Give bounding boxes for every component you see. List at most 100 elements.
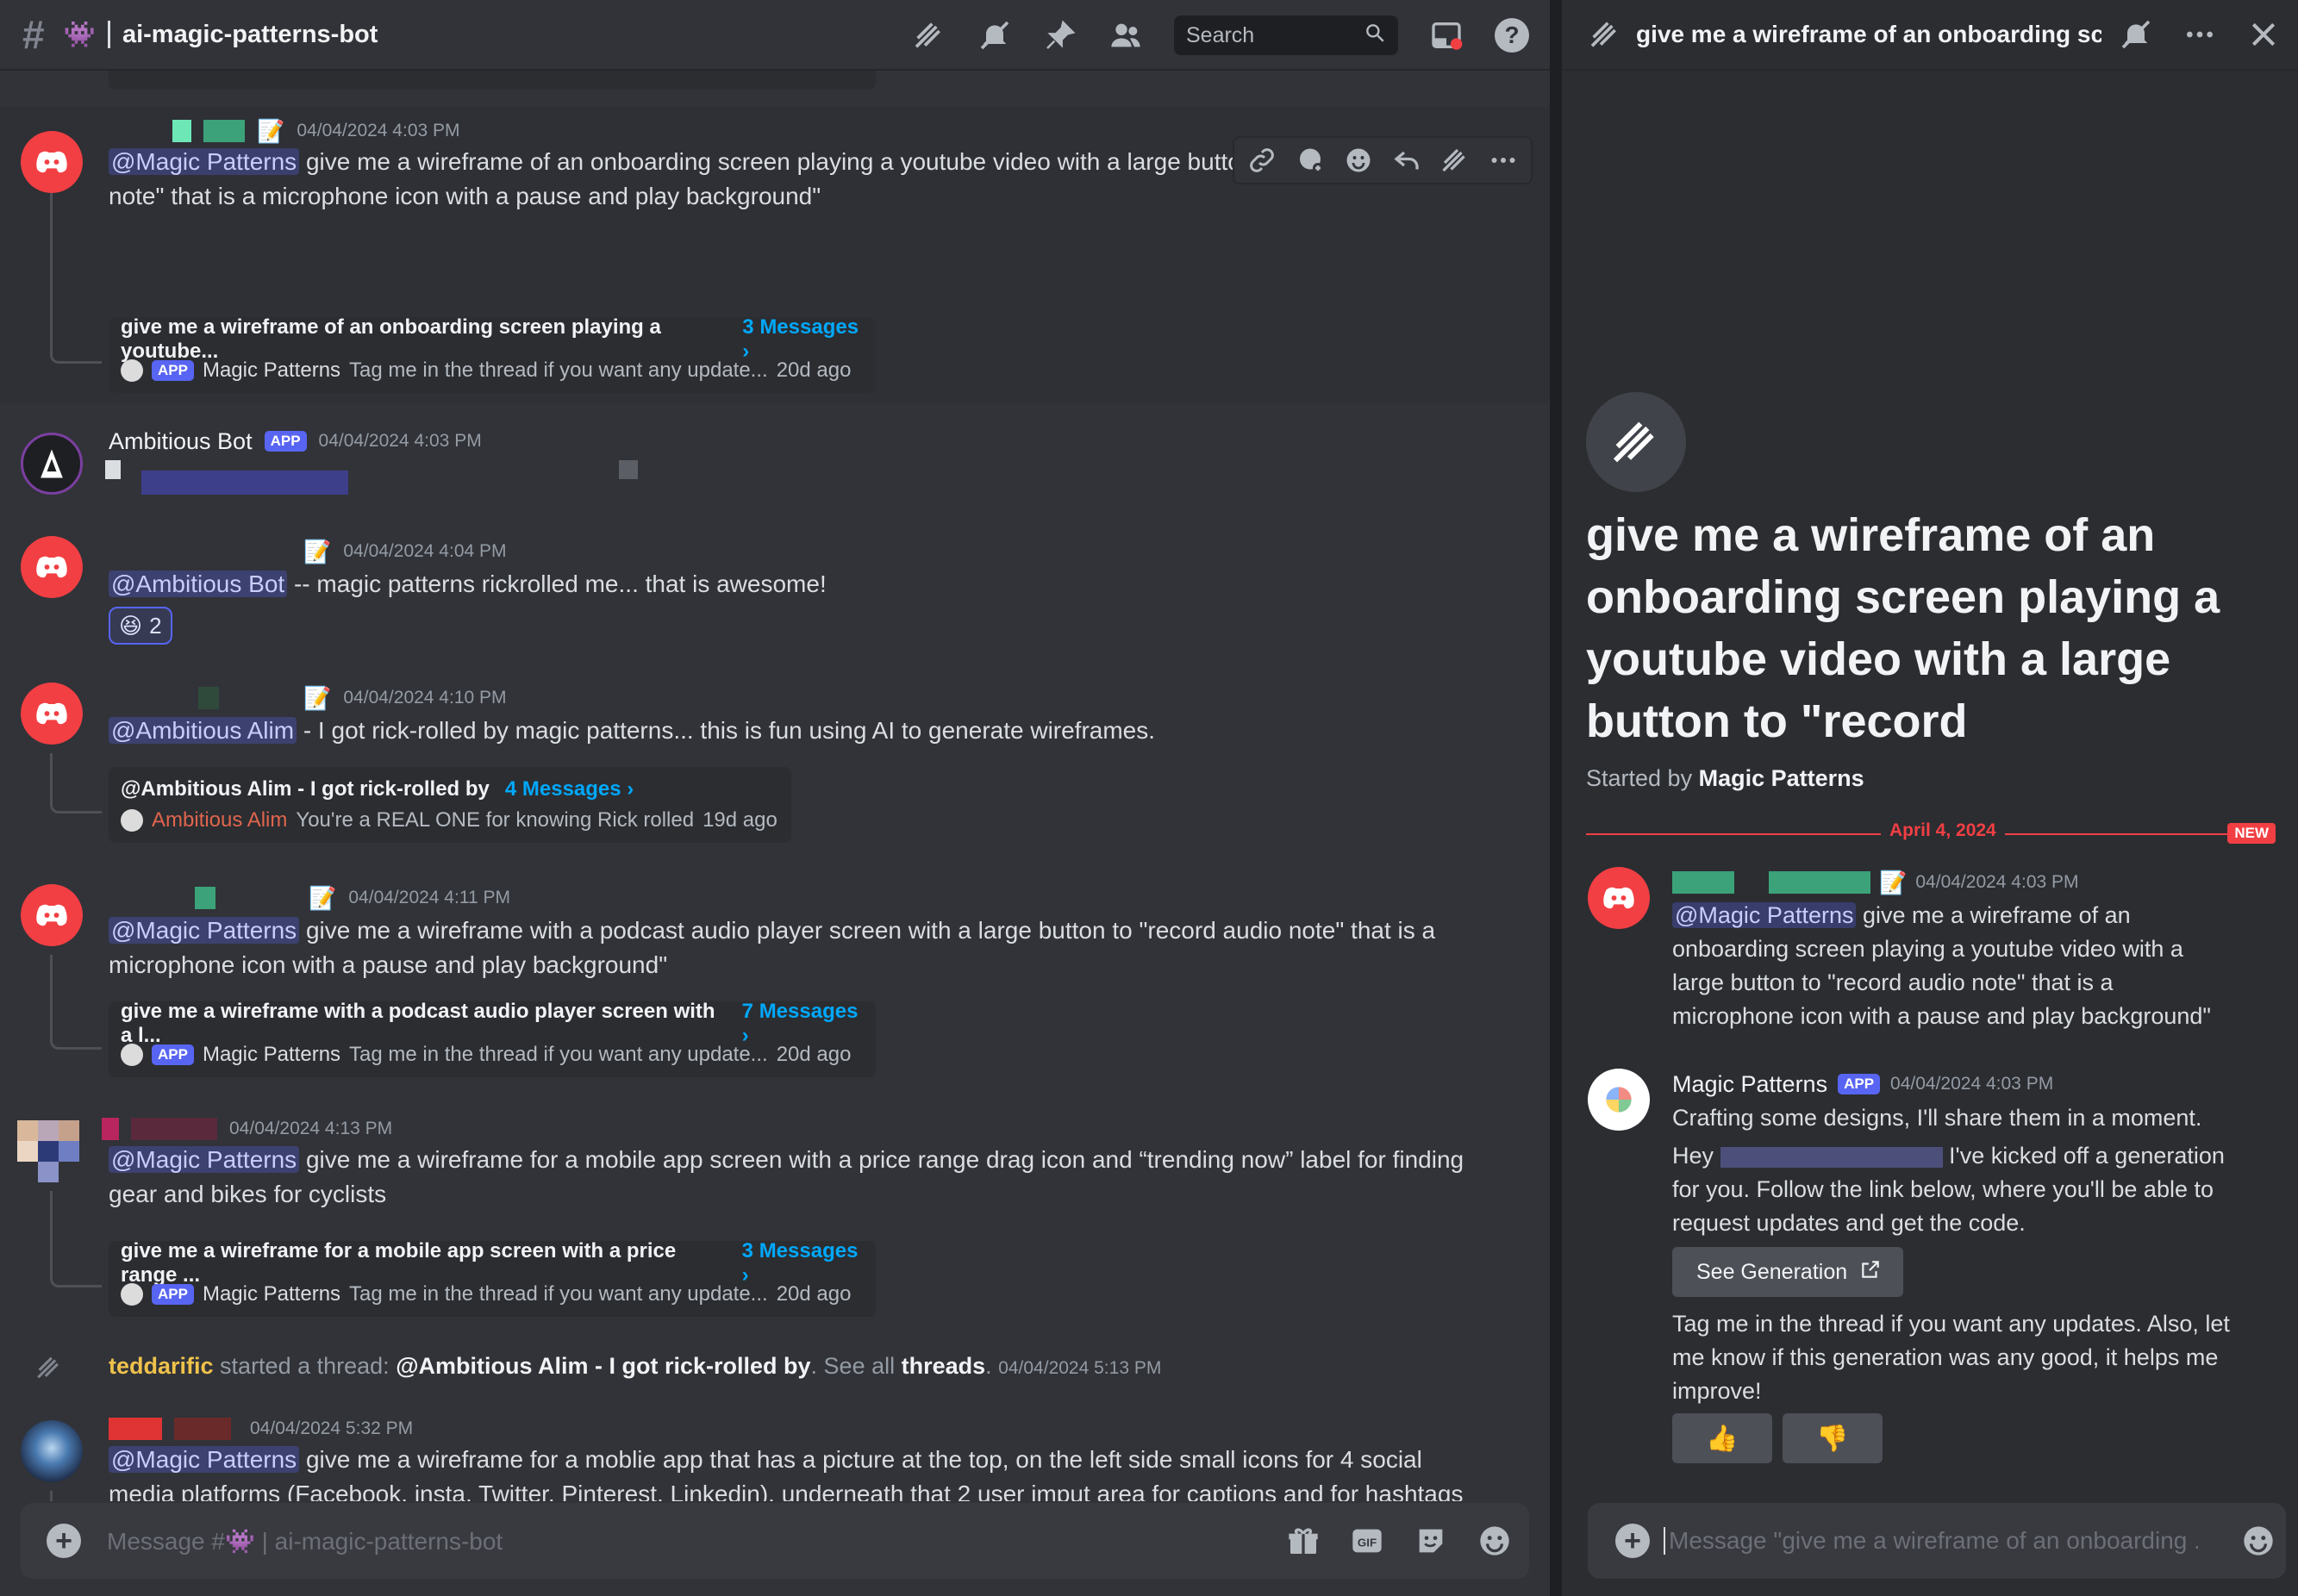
pin-icon[interactable]: [1043, 18, 1077, 53]
composer-placeholder[interactable]: Message #👾 | ai-magic-patterns-bot: [107, 1527, 503, 1555]
avatar[interactable]: [17, 1120, 79, 1182]
memo-emoji: 📝: [303, 684, 332, 711]
avatar[interactable]: [21, 131, 83, 193]
sticker-icon[interactable]: [1414, 1524, 1448, 1558]
thread-connector: [50, 1191, 102, 1287]
message[interactable]: 📝 04/04/2024 4:10 PM @Ambitious Alim - I…: [0, 676, 1550, 857]
redacted-username: [109, 120, 160, 142]
message[interactable]: 04/04/2024 4:13 PM @Magic Patterns give …: [0, 1113, 1550, 1320]
message[interactable]: Ambitious Bot APP 04/04/2024 4:03 PM: [0, 426, 1550, 512]
mention[interactable]: @Magic Patterns: [109, 1446, 300, 1473]
reply-icon[interactable]: [1391, 145, 1422, 176]
members-icon[interactable]: [1108, 18, 1143, 53]
started-by-user[interactable]: Magic Patterns: [1699, 765, 1864, 791]
avatar[interactable]: [21, 1420, 83, 1482]
avatar[interactable]: [21, 433, 83, 495]
thread-card[interactable]: @Ambitious Alim - I got rick-rolled by 4 …: [109, 767, 791, 843]
add-attachment-icon[interactable]: +: [1615, 1524, 1650, 1558]
emoji-icon[interactable]: [2241, 1524, 2276, 1558]
memo-emoji: 📝: [1879, 869, 1908, 895]
timestamp: 04/04/2024 4:03 PM: [1890, 1074, 2054, 1094]
message[interactable]: 📝 04/04/2024 4:04 PM @Ambitious Bot -- m…: [0, 536, 1550, 648]
help-icon[interactable]: ?: [1495, 18, 1529, 53]
mention[interactable]: @Ambitious Bot: [109, 570, 288, 597]
create-thread-icon[interactable]: [1439, 145, 1471, 176]
app-tag: APP: [1838, 1074, 1881, 1094]
avatar[interactable]: [21, 884, 83, 946]
thread-count[interactable]: 3 Messages ›: [742, 1239, 864, 1287]
avatar[interactable]: [1588, 867, 1650, 929]
link-icon[interactable]: [1246, 145, 1277, 176]
gift-icon[interactable]: [1286, 1524, 1321, 1558]
mention[interactable]: @Magic Patterns: [109, 917, 300, 944]
thread-header: give me a wireframe of an onboarding scr…: [1562, 0, 2298, 71]
reaction[interactable]: 😆 2: [109, 607, 172, 645]
thread-count[interactable]: 4 Messages ›: [505, 777, 634, 801]
thread-composer[interactable]: + Message "give me a wireframe of an onb…: [1588, 1503, 2286, 1579]
mention[interactable]: @Magic Patterns: [1672, 902, 1857, 928]
channel-header: # 👾 ai-magic-patterns-bot Search ?: [0, 0, 1550, 71]
thread-connector: [50, 1491, 102, 1501]
message[interactable]: 📝 04/04/2024 4:11 PM @Magic Patterns giv…: [0, 877, 1550, 1084]
username[interactable]: Magic Patterns: [1672, 1071, 1827, 1098]
thread-name: give me a wireframe of an onboarding scr…: [121, 315, 661, 363]
thread-connector: [50, 955, 102, 1050]
add-attachment-icon[interactable]: +: [47, 1524, 81, 1558]
avatar[interactable]: [21, 683, 83, 745]
system-action: started a thread:: [220, 1353, 390, 1379]
thread-card[interactable]: give me a wireframe with a podcast audio…: [109, 1000, 876, 1077]
thread-card[interactable]: give me a wireframe for a mobile app scr…: [109, 1239, 876, 1317]
redacted-username: [131, 1118, 217, 1140]
thread-card[interactable]: give me a wireframe of an onboarding scr…: [109, 315, 876, 393]
message-text: give me a wireframe with a podcast audio…: [109, 917, 1436, 978]
thread-preview: Tag me in the thread if you want any upd…: [349, 1282, 768, 1306]
more-icon[interactable]: [1488, 145, 1519, 176]
avatar[interactable]: [21, 536, 83, 598]
message-header: Magic Patterns APP 04/04/2024 4:03 PM: [1672, 1069, 2053, 1100]
title-separator: [107, 21, 110, 48]
app-tag: APP: [152, 360, 194, 381]
mute-bell-icon[interactable]: [977, 18, 1012, 53]
message-remnant: [0, 71, 1550, 91]
mention[interactable]: @Magic Patterns: [109, 148, 300, 175]
panel-divider[interactable]: [1550, 0, 1562, 1596]
app-icon[interactable]: [1295, 145, 1326, 176]
system-threads-link[interactable]: threads: [902, 1353, 986, 1379]
system-user[interactable]: teddarific: [109, 1353, 214, 1379]
emoji-icon[interactable]: [1477, 1524, 1512, 1558]
thumbs-up-button[interactable]: 👍: [1672, 1413, 1772, 1463]
composer-placeholder[interactable]: Message "give me a wireframe of an onboa…: [1664, 1527, 2198, 1555]
gif-icon[interactable]: GIF: [1350, 1524, 1384, 1558]
thumbs-down-button[interactable]: 👎: [1783, 1413, 1883, 1463]
search-input[interactable]: Search: [1174, 16, 1398, 55]
add-reaction-icon[interactable]: [1343, 145, 1374, 176]
close-icon[interactable]: [2246, 17, 2281, 52]
message-header: 04/04/2024 5:32 PM: [109, 1413, 413, 1444]
message-list[interactable]: 📝 04/04/2024 4:03 PM @Magic Patterns giv…: [0, 71, 1550, 1501]
mention[interactable]: @Ambitious Alim: [109, 717, 297, 744]
thread-count[interactable]: 7 Messages ›: [742, 1000, 864, 1048]
message[interactable]: 04/04/2024 5:32 PM @Magic Patterns give …: [0, 1413, 1550, 1501]
inbox-icon[interactable]: [1429, 18, 1464, 53]
message[interactable]: 📝 04/04/2024 4:03 PM @Magic Patterns giv…: [0, 107, 1550, 403]
see-generation-button[interactable]: See Generation: [1672, 1247, 1903, 1297]
thread-name: give me a wireframe for a mobile app scr…: [121, 1239, 677, 1287]
avatar: [121, 359, 143, 382]
message-composer[interactable]: + Message #👾 | ai-magic-patterns-bot GIF: [21, 1503, 1529, 1579]
mention[interactable]: @Magic Patterns: [109, 1146, 300, 1173]
more-icon[interactable]: [2182, 17, 2217, 52]
thread-hero-title: give me a wireframe of an onboarding scr…: [1586, 509, 2220, 747]
system-thread-link[interactable]: @Ambitious Alim - I got rick-rolled by: [396, 1353, 810, 1379]
memo-emoji: 📝: [309, 884, 337, 911]
thread-count[interactable]: 3 Messages ›: [742, 315, 864, 364]
mute-bell-icon[interactable]: [2119, 17, 2153, 52]
username[interactable]: Ambitious Bot: [109, 428, 253, 455]
message-header: 📝 04/04/2024 4:03 PM: [109, 115, 460, 147]
thread-name: @Ambitious Alim - I got rick-rolled by: [121, 777, 490, 801]
external-link-icon: [1859, 1258, 1882, 1287]
message-content: @Magic Patterns give me a wireframe for …: [109, 1443, 1488, 1501]
threads-icon[interactable]: [912, 18, 946, 53]
message-content: Crafting some designs, I'll share them i…: [1672, 1105, 2202, 1131]
reaction-emoji: 😆: [119, 612, 143, 639]
avatar[interactable]: [1588, 1069, 1650, 1131]
